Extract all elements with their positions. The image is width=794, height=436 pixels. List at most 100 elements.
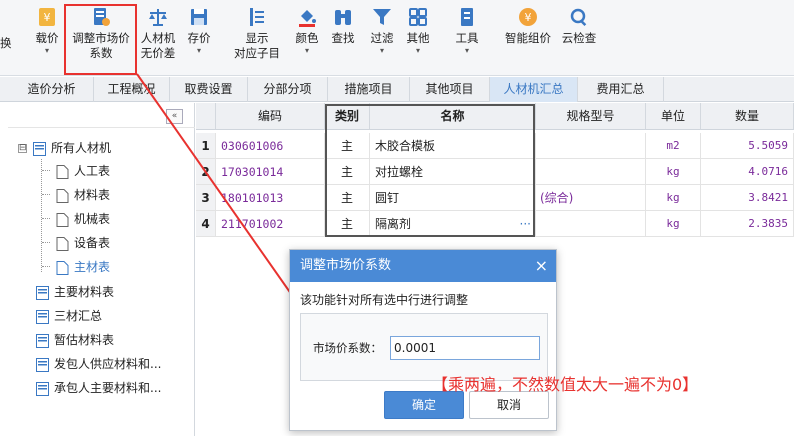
header-name[interactable]: 名称 xyxy=(370,103,536,130)
toolbox-icon xyxy=(461,8,473,26)
tree-item-main-materials[interactable]: 主材表 xyxy=(56,256,110,278)
tree-selection-strip xyxy=(0,131,10,436)
header-qty[interactable]: 数量 xyxy=(701,103,794,130)
header-code[interactable]: 编码 xyxy=(216,103,325,130)
cell-name[interactable]: 木胶合模板 xyxy=(370,133,536,159)
cell-code[interactable]: 211701002 xyxy=(216,211,325,237)
cell-qty[interactable]: 4.0716 xyxy=(701,159,794,185)
row-number[interactable]: 1 xyxy=(196,133,216,159)
color-bucket-icon xyxy=(299,10,316,27)
tree-item-label: 主材表 xyxy=(74,260,111,274)
tree-item-labor[interactable]: 人工表 xyxy=(56,160,110,182)
tab-project-overview[interactable]: 工程概况 xyxy=(94,77,170,102)
cell-spec[interactable] xyxy=(536,159,646,185)
no-price-diff-button[interactable]: 人材机 无价差 xyxy=(138,6,178,72)
cell-name[interactable]: 对拉螺栓 xyxy=(370,159,536,185)
cell-qty[interactable]: 2.3835 xyxy=(701,211,794,237)
filter-icon xyxy=(373,9,391,25)
highlight-box xyxy=(64,4,137,75)
tree-item-label: 暂估材料表 xyxy=(54,333,115,347)
close-icon[interactable]: × xyxy=(535,250,548,282)
save-price-button[interactable]: 存价 ▾ xyxy=(182,6,216,72)
load-price-button[interactable]: ¥ 载价 ▾ xyxy=(30,6,64,72)
cell-unit[interactable]: kg xyxy=(646,159,701,185)
cell-category[interactable]: 主 xyxy=(325,159,370,185)
header-spec[interactable]: 规格型号 xyxy=(536,103,646,130)
tools-label: 工具 xyxy=(455,31,479,45)
expand-toggle-icon[interactable]: ⊟ xyxy=(18,144,27,153)
tab-measures[interactable]: 措施项目 xyxy=(328,77,410,102)
smart-price-label: 智能组价 xyxy=(505,31,551,45)
filter-button[interactable]: 过滤 ▾ xyxy=(366,6,398,72)
find-button[interactable]: 查找 xyxy=(328,6,358,72)
tools-button[interactable]: 工具 ▾ xyxy=(450,6,484,72)
tab-fee-settings[interactable]: 取费设置 xyxy=(170,77,248,102)
tab-subitems[interactable]: 分部分项 xyxy=(248,77,328,102)
table-folder-icon xyxy=(36,357,49,372)
tree-item-label: 人工表 xyxy=(74,164,111,178)
row-number[interactable]: 2 xyxy=(196,159,216,185)
show-subitem-button[interactable]: 显示 对应子目 xyxy=(228,6,286,72)
header-unit[interactable]: 单位 xyxy=(646,103,701,130)
cell-code[interactable]: 180101013 xyxy=(216,185,325,211)
tree-item-key-materials[interactable]: 主要材料表 xyxy=(36,281,114,303)
row-number[interactable]: 4 xyxy=(196,211,216,237)
tree-item-owner-supplied[interactable]: 发包人供应材料和... xyxy=(36,353,161,375)
cell-code[interactable]: 030601006 xyxy=(216,133,325,159)
document-icon xyxy=(56,236,69,251)
cell-ellipsis-button[interactable]: ··· xyxy=(520,211,531,236)
tree-guide xyxy=(41,159,42,272)
ribbon-toolbar: 换 ¥ 载价 ▾ 调整市场价 系数 人材机 无价差 存价 ▾ 显示 对应子目 颜… xyxy=(0,0,794,76)
tree-guide xyxy=(42,266,50,267)
cloud-check-button[interactable]: 云检查 xyxy=(558,6,600,72)
tree-guide xyxy=(42,218,50,219)
svg-text:¥: ¥ xyxy=(44,11,51,24)
cancel-button[interactable]: 取消 xyxy=(469,391,549,419)
tab-labor-material-summary[interactable]: 人材机汇总 xyxy=(490,77,578,102)
document-icon xyxy=(56,188,69,203)
ribbon-partial-label: 换 xyxy=(0,36,12,50)
cell-spec[interactable] xyxy=(536,211,646,237)
cell-spec[interactable] xyxy=(536,133,646,159)
dialog-message: 该功能针对所有选中行进行调整 xyxy=(300,293,469,307)
tab-other-items[interactable]: 其他项目 xyxy=(410,77,490,102)
tree-item-contractor-materials[interactable]: 承包人主要材料和... xyxy=(36,377,161,399)
cell-category[interactable]: 主 xyxy=(325,211,370,237)
scale-icon xyxy=(149,9,167,26)
cell-unit[interactable]: m2 xyxy=(646,133,701,159)
cell-category[interactable]: 主 xyxy=(325,185,370,211)
ok-button[interactable]: 确定 xyxy=(384,391,464,419)
color-button[interactable]: 颜色 ▾ xyxy=(290,6,324,72)
tree-item-equipment[interactable]: 设备表 xyxy=(56,232,110,254)
binoculars-icon xyxy=(335,10,351,25)
show-subitem-label-2: 对应子目 xyxy=(234,46,280,60)
header-category[interactable]: 类别 xyxy=(325,103,370,130)
other-label: 其他 xyxy=(406,31,430,45)
cell-category[interactable]: 主 xyxy=(325,133,370,159)
cell-qty[interactable]: 5.5059 xyxy=(701,133,794,159)
cell-name[interactable]: 隔离剂 ··· xyxy=(370,211,536,237)
cell-unit[interactable]: kg xyxy=(646,211,701,237)
tree-item-three-materials[interactable]: 三材汇总 xyxy=(36,305,102,327)
cell-spec[interactable]: (综合) xyxy=(536,185,646,211)
tab-fee-summary[interactable]: 费用汇总 xyxy=(578,77,664,102)
smart-price-button[interactable]: ¥ 智能组价 xyxy=(502,6,554,72)
cell-name[interactable]: 圆钉 xyxy=(370,185,536,211)
other-button[interactable]: 其他 ▾ xyxy=(402,6,434,72)
tree-item-label: 发包人供应材料和... xyxy=(54,357,162,371)
tree-item-all-materials[interactable]: ⊟ 所有人材机 xyxy=(18,137,111,159)
annotation-note: 【乘两遍，不然数值太大一遍不为0】 xyxy=(432,375,699,394)
cell-unit[interactable]: kg xyxy=(646,185,701,211)
tree-item-materials[interactable]: 材料表 xyxy=(56,184,110,206)
cell-qty[interactable]: 3.8421 xyxy=(701,185,794,211)
row-number[interactable]: 3 xyxy=(196,185,216,211)
tree-item-provisional-materials[interactable]: 暂估材料表 xyxy=(36,329,114,351)
cell-code[interactable]: 170301014 xyxy=(216,159,325,185)
coefficient-input[interactable]: 0.0001 xyxy=(390,336,540,360)
tab-cost-analysis[interactable]: 造价分析 xyxy=(10,77,94,102)
tree-item-machinery[interactable]: 机械表 xyxy=(56,208,110,230)
collapse-panel-button[interactable]: « xyxy=(166,109,183,124)
price-load-icon: ¥ xyxy=(39,8,55,26)
load-price-label: 载价 xyxy=(35,31,59,45)
tree-item-label: 机械表 xyxy=(74,212,111,226)
